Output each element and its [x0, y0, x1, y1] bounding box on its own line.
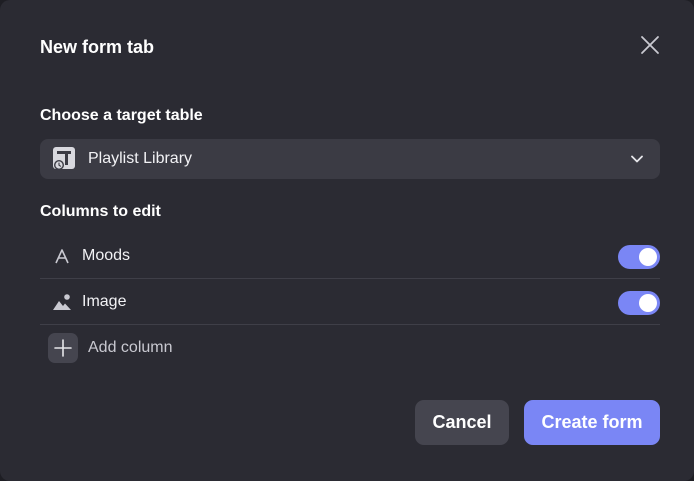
add-column-label: Add column: [88, 339, 173, 356]
new-form-tab-dialog: New form tab Choose a target table Playl…: [0, 0, 694, 481]
column-row-moods: Moods: [40, 233, 660, 279]
toggle-knob: [639, 248, 657, 266]
image-icon: [52, 292, 72, 312]
column-label-moods: Moods: [82, 247, 131, 264]
target-table-value: Playlist Library: [88, 150, 193, 167]
toggle-moods[interactable]: [618, 245, 660, 269]
close-icon: [641, 36, 659, 54]
add-column-button[interactable]: Add column: [48, 333, 173, 363]
column-label-image: Image: [82, 293, 127, 310]
columns-label: Columns to edit: [40, 203, 161, 220]
plus-icon: [48, 333, 78, 363]
toggle-image[interactable]: [618, 291, 660, 315]
text-icon: [52, 246, 72, 266]
dialog-title: New form tab: [40, 37, 155, 57]
chevron-down-icon: [631, 155, 643, 163]
close-button[interactable]: [636, 31, 664, 59]
create-form-button[interactable]: Create form: [524, 400, 660, 445]
target-table-label: Choose a target table: [40, 107, 203, 124]
column-row-image: Image: [40, 279, 660, 325]
target-table-select[interactable]: Playlist Library: [40, 139, 660, 179]
toggle-knob: [639, 294, 657, 312]
table-icon: [53, 147, 75, 170]
cancel-button[interactable]: Cancel: [415, 400, 509, 445]
